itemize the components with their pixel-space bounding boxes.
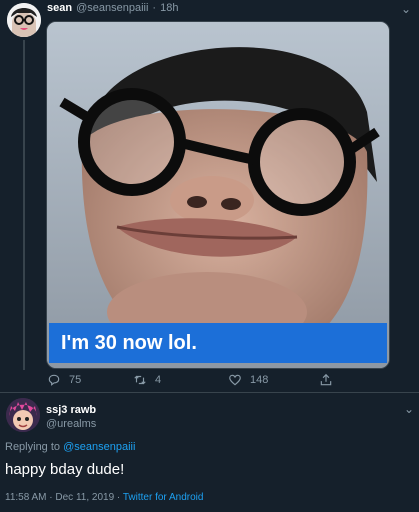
reply-text: happy bday dude! [5,461,125,478]
reply-author-avatar[interactable] [6,398,40,432]
chevron-down-icon[interactable]: ⌄ [404,402,414,416]
replying-prefix: Replying to [5,441,61,453]
reply-author-name[interactable]: ssj3 rawb [46,404,96,416]
retweet-count: 4 [155,374,162,386]
share-icon [320,373,332,386]
reply-author-handle[interactable]: @urealms [46,418,96,430]
replying-to: Replying to @seansenpaiii [5,441,135,453]
tweet-time[interactable]: 18h [160,2,178,14]
chevron-down-icon[interactable]: ⌄ [401,2,411,16]
tweet-header: sean @seansenpaiii · 18h [47,2,178,14]
reply-meta: 11:58 AM · Dec 11, 2019 · Twitter for An… [5,492,203,503]
photo-image [47,22,389,368]
reply-button[interactable]: 75 [47,373,81,387]
reply-timestamp[interactable]: 11:58 AM · Dec 11, 2019 · [5,492,123,503]
like-count: 148 [250,374,269,386]
reply-count: 75 [69,374,82,386]
like-button[interactable]: 148 [228,373,268,387]
thread-line [23,40,25,370]
separator-dot: · [152,2,157,14]
tweet-photo[interactable] [46,21,390,369]
reply-icon [48,374,60,386]
retweet-icon [134,375,146,385]
replying-handle-link[interactable]: @seansenpaiii [63,441,135,453]
photo-caption: I'm 30 now lol. [49,323,387,363]
like-icon [229,374,241,386]
retweet-button[interactable]: 4 [133,373,161,387]
tweet-divider [0,392,419,393]
share-button[interactable] [319,373,333,387]
reply-source-link[interactable]: Twitter for Android [123,492,204,503]
author-handle[interactable]: @seansenpaiii [76,2,148,14]
author-avatar[interactable] [7,3,41,37]
author-name[interactable]: sean [47,2,72,14]
